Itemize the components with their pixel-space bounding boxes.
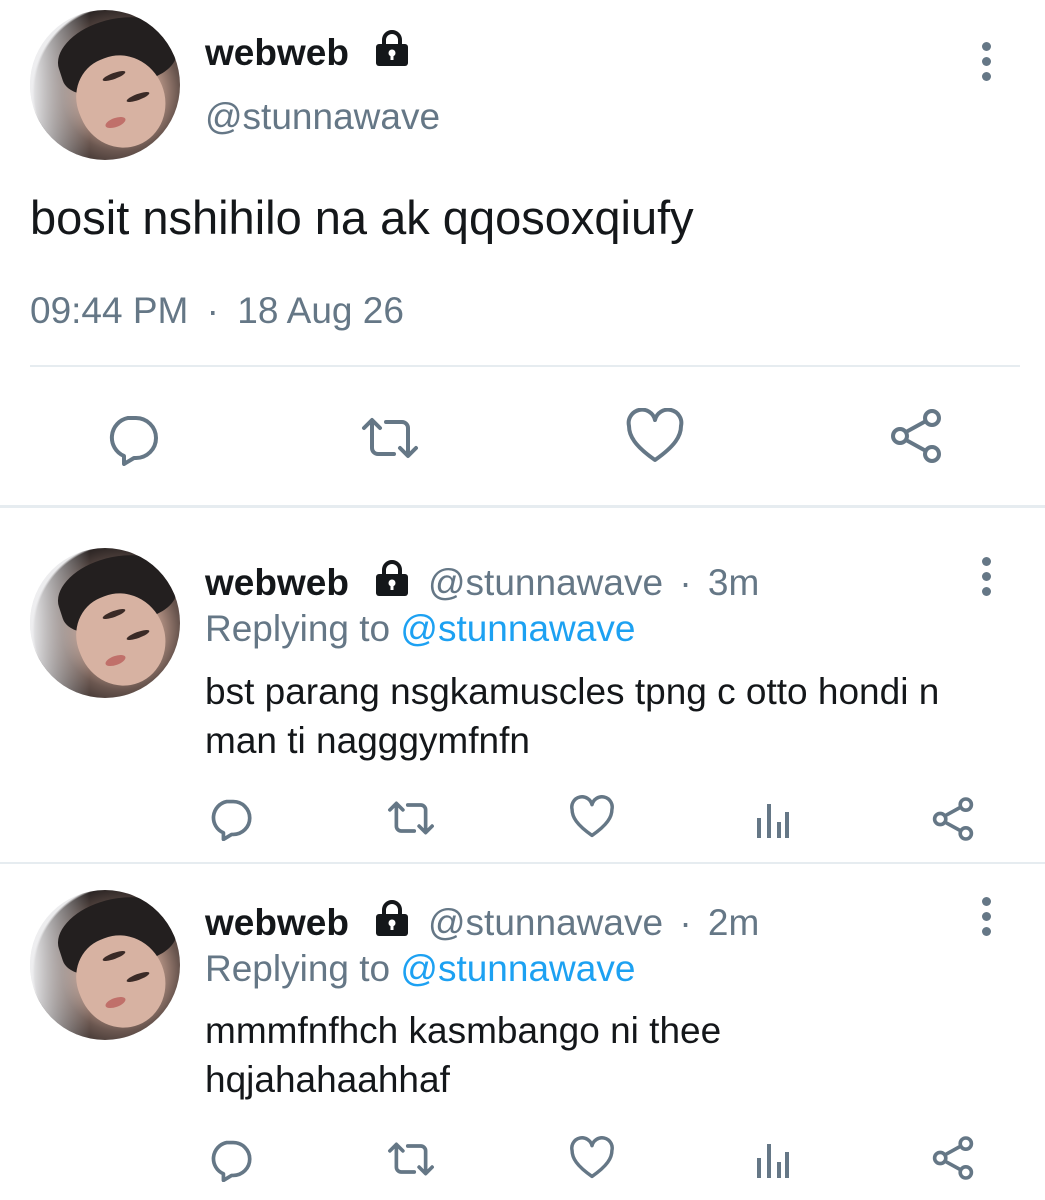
- reply-age: 2m: [707, 902, 760, 943]
- tweet-time: 09:44 PM: [30, 290, 189, 331]
- divider: [0, 505, 1045, 508]
- divider: [30, 365, 1020, 367]
- reply-meta: @stunnawave · 3m: [428, 562, 759, 604]
- reply-meta: @stunnawave · 2m: [428, 902, 759, 944]
- user-handle[interactable]: @stunnawave: [205, 96, 440, 138]
- more-vertical-icon[interactable]: [980, 897, 992, 942]
- share-icon[interactable]: [930, 795, 976, 843]
- heart-icon[interactable]: [569, 1136, 615, 1180]
- share-icon[interactable]: [888, 406, 944, 466]
- tweet-date: 18 Aug 26: [237, 290, 404, 331]
- analytics-icon[interactable]: [753, 1140, 793, 1180]
- more-vertical-icon[interactable]: [980, 42, 992, 87]
- more-vertical-icon[interactable]: [980, 557, 992, 602]
- reply-icon[interactable]: [207, 795, 253, 841]
- share-icon[interactable]: [930, 1134, 976, 1182]
- replying-to-handle[interactable]: @stunnawave: [400, 608, 635, 649]
- lock-icon: [372, 28, 412, 73]
- replying-to: Replying to @stunnawave: [205, 948, 635, 990]
- reply-icon[interactable]: [207, 1136, 253, 1182]
- user-handle[interactable]: @stunnawave: [428, 562, 663, 603]
- heart-icon[interactable]: [569, 795, 615, 839]
- replying-to: Replying to @stunnawave: [205, 608, 635, 650]
- retweet-icon[interactable]: [358, 410, 422, 466]
- divider: [0, 862, 1045, 864]
- meta-separator: ·: [679, 902, 692, 943]
- user-handle[interactable]: @stunnawave: [428, 902, 663, 943]
- tweet-timestamp: 09:44 PM · 18 Aug 26: [30, 290, 404, 332]
- avatar[interactable]: [30, 10, 180, 160]
- replying-to-handle[interactable]: @stunnawave: [400, 948, 635, 989]
- replying-to-prefix: Replying to: [205, 608, 391, 649]
- avatar[interactable]: [30, 548, 180, 698]
- timestamp-separator: ·: [206, 290, 219, 331]
- reply-icon[interactable]: [104, 410, 160, 466]
- analytics-icon[interactable]: [753, 800, 793, 840]
- avatar[interactable]: [30, 890, 180, 1040]
- display-name[interactable]: webweb: [205, 902, 349, 944]
- reply-text: bst parang nsgkamuscles tpng c otto hond…: [205, 671, 940, 761]
- lock-icon: [372, 558, 412, 603]
- heart-icon[interactable]: [625, 408, 685, 464]
- reply-age: 3m: [707, 562, 760, 603]
- tweet-text: bosit nshihilo na ak qqosoxqiufy: [30, 191, 694, 244]
- reply-text: mmmfnfhch kasmbango ni thee hqjahahaahha…: [205, 1010, 722, 1100]
- retweet-icon[interactable]: [385, 795, 437, 841]
- replying-to-prefix: Replying to: [205, 948, 391, 989]
- retweet-icon[interactable]: [385, 1136, 437, 1182]
- lock-icon: [372, 898, 412, 943]
- display-name[interactable]: webweb: [205, 32, 349, 74]
- meta-separator: ·: [679, 562, 692, 603]
- display-name[interactable]: webweb: [205, 562, 349, 604]
